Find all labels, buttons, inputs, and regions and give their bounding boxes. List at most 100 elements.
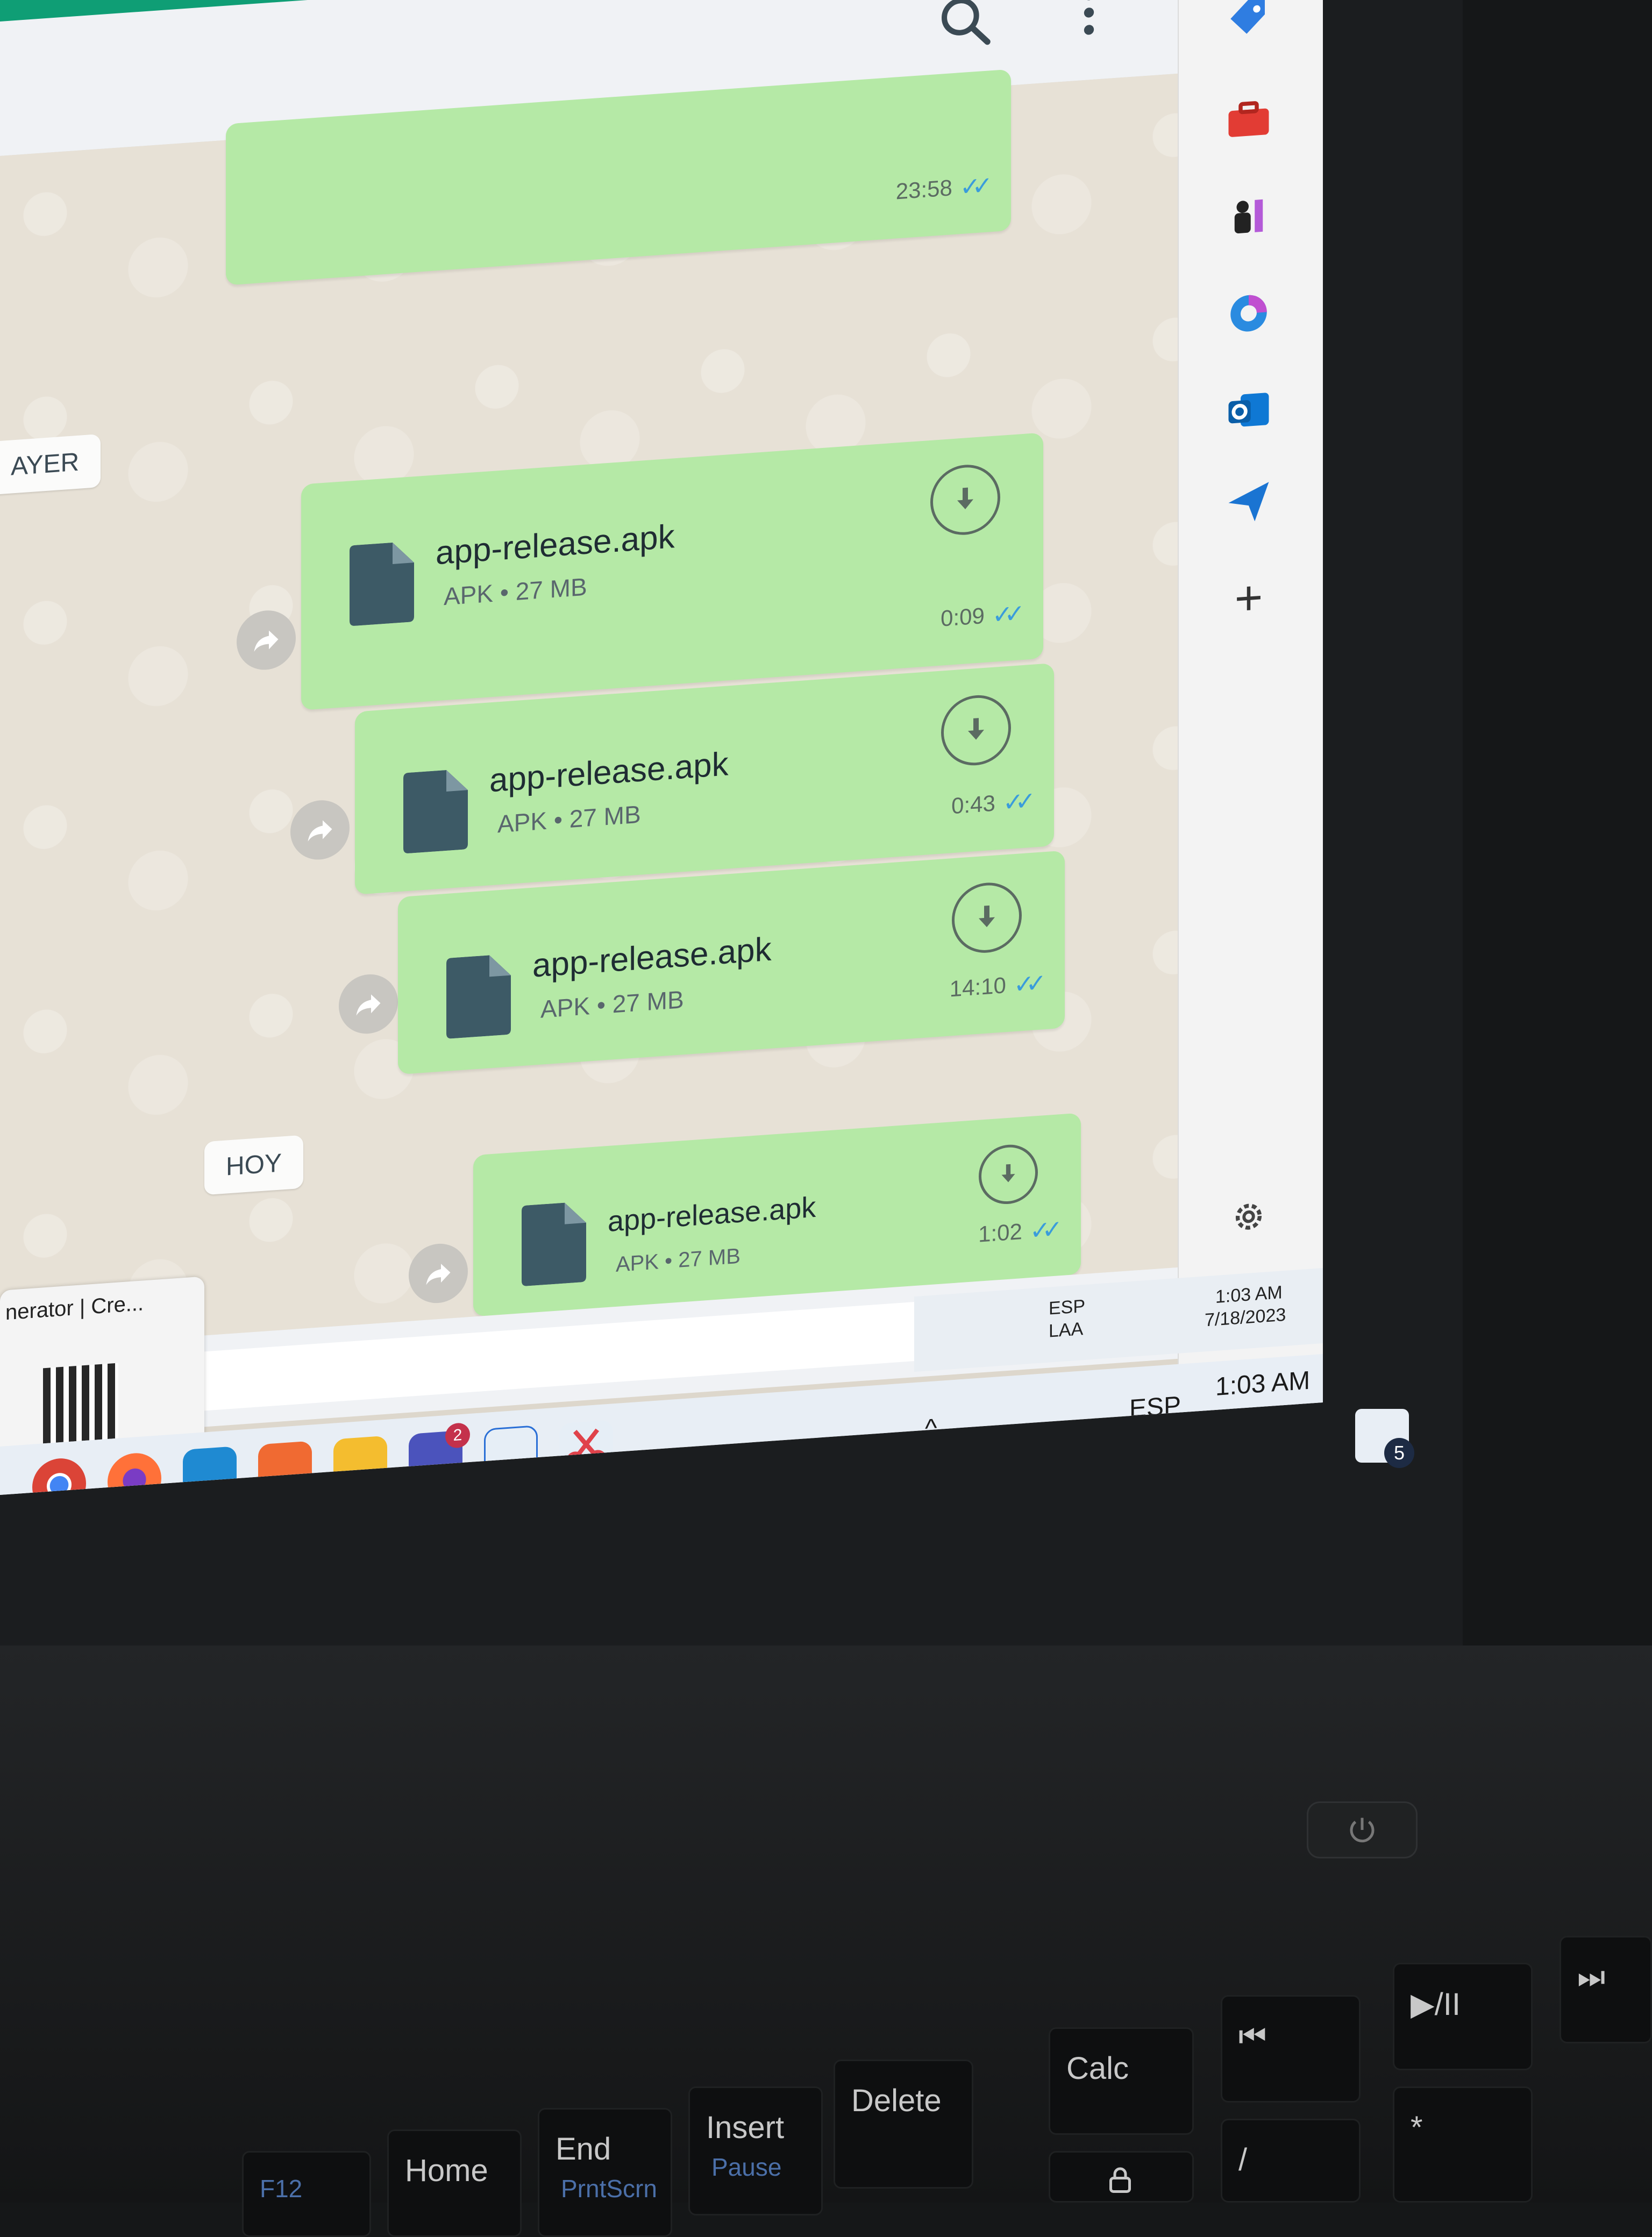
key-label: *	[1411, 2110, 1423, 2145]
file-explorer-icon[interactable]	[333, 1435, 387, 1493]
chrome-icon[interactable]	[32, 1456, 86, 1495]
key-label: End	[556, 2132, 611, 2167]
file-icon	[446, 955, 511, 1039]
window-preview-title: nerator | Cre...	[5, 1291, 144, 1325]
file-icon	[350, 542, 414, 626]
file-message-bubble[interactable]: app-release.apk APK • 27 MB 0:09 ✓✓	[301, 432, 1043, 710]
remote-date: 7/18/2023	[1205, 1304, 1286, 1331]
key-lock[interactable]	[1049, 2151, 1194, 2203]
settings-icon[interactable]	[1219, 1185, 1278, 1249]
tray-chevron-icon[interactable]: ^	[925, 1413, 937, 1444]
key-label: Calc	[1066, 2051, 1129, 2086]
message-time: 0:43	[951, 790, 995, 819]
message-time: 1:02	[978, 1219, 1022, 1247]
monitor-bezel: 23:58 ✓✓ AYER app-release.apk APK • 27 M…	[0, 0, 1463, 1651]
key-home[interactable]: Home	[387, 2129, 522, 2237]
power-icon	[1350, 1818, 1375, 1843]
power-button[interactable]	[1307, 1801, 1418, 1858]
file-meta: APK • 27 MB	[497, 800, 641, 838]
toolbox-icon[interactable]	[1219, 88, 1278, 152]
forward-icon	[254, 630, 279, 652]
key-label: Home	[405, 2153, 488, 2188]
read-ticks-icon: ✓✓	[992, 599, 1016, 629]
key-label: ⏮	[1238, 2019, 1267, 2054]
message-time: 14:10	[949, 972, 1006, 1002]
date-divider-today: HOY	[204, 1135, 304, 1195]
file-icon	[403, 770, 468, 853]
key-slash[interactable]: /	[1221, 2119, 1361, 2203]
outlook-icon[interactable]	[1219, 379, 1278, 442]
teams-icon[interactable]: 2	[409, 1422, 470, 1488]
download-icon	[957, 487, 973, 509]
notification-count: 5	[1384, 1438, 1414, 1468]
key-media-play[interactable]: ▶/II	[1393, 1963, 1533, 2070]
notification-icon[interactable]: 5	[1355, 1409, 1414, 1468]
remote-lang-top: ESP	[1049, 1295, 1086, 1319]
message-time: 0:09	[941, 602, 985, 631]
download-icon	[968, 718, 984, 740]
key-delete[interactable]: Delete	[834, 2060, 973, 2189]
search-icon[interactable]	[936, 0, 995, 53]
chat-pane[interactable]: 23:58 ✓✓ AYER app-release.apk APK • 27 M…	[0, 69, 1178, 1350]
key-f12[interactable]: F12	[242, 2151, 371, 2237]
key-media-prev[interactable]: ⏮	[1221, 1995, 1361, 2103]
forward-icon	[356, 994, 381, 1016]
file-name: app-release.apk	[489, 745, 729, 800]
download-icon	[979, 905, 995, 928]
forward-icon	[426, 1264, 451, 1285]
read-ticks-icon: ✓✓	[1002, 787, 1027, 817]
read-ticks-icon: ✓✓	[959, 172, 984, 202]
download-button[interactable]	[952, 880, 1022, 956]
qr-code-thumbnail	[43, 1363, 118, 1444]
file-meta: APK • 27 MB	[540, 985, 684, 1023]
message-time-row: 0:43 ✓✓	[951, 786, 1027, 821]
tray-lang[interactable]: ESP	[1129, 1391, 1181, 1424]
tray-time[interactable]: 1:03 AM	[1215, 1366, 1310, 1402]
screen: 23:58 ✓✓ AYER app-release.apk APK • 27 M…	[0, 0, 1323, 1495]
key-label: Insert	[706, 2110, 785, 2145]
file-meta: APK • 27 MB	[444, 572, 587, 611]
forward-button[interactable]	[409, 1242, 468, 1305]
send-icon[interactable]	[1219, 470, 1278, 533]
download-button[interactable]	[930, 462, 1000, 538]
remote-time: 1:03 AM	[1215, 1282, 1283, 1307]
key-label: /	[1238, 2142, 1248, 2177]
message-time-row: 23:58 ✓✓	[896, 171, 984, 206]
key-insert[interactable]: Insert Pause	[688, 2086, 823, 2215]
menu-icon[interactable]	[1059, 0, 1119, 44]
forward-button[interactable]	[290, 798, 350, 862]
file-meta: APK • 27 MB	[616, 1244, 740, 1277]
app-icon[interactable]	[484, 1425, 538, 1483]
key-calc[interactable]: Calc	[1049, 2027, 1194, 2135]
chess-icon[interactable]	[1219, 185, 1278, 248]
file-name: app-release.apk	[436, 518, 675, 572]
firefox-icon[interactable]	[108, 1451, 161, 1495]
remote-lang-bottom: LAA	[1049, 1319, 1084, 1342]
file-name: app-release.apk	[608, 1191, 816, 1238]
forward-button[interactable]	[339, 972, 398, 1036]
file-icon	[522, 1202, 586, 1286]
message-time-row: 0:09 ✓✓	[941, 599, 1016, 633]
key-label: F12	[260, 2175, 303, 2203]
read-ticks-icon: ✓✓	[1013, 969, 1038, 999]
lock-icon	[1109, 2167, 1131, 2193]
tag-icon[interactable]	[1219, 0, 1278, 49]
download-button[interactable]	[979, 1143, 1038, 1206]
message-time-row: 14:10 ✓✓	[950, 968, 1038, 1003]
vscode-icon[interactable]	[183, 1446, 237, 1495]
key-media-next[interactable]: ⏭	[1560, 1936, 1652, 2043]
copilot-icon[interactable]	[1219, 282, 1278, 345]
snipping-tool-icon[interactable]	[559, 1420, 613, 1478]
forward-button[interactable]	[237, 608, 296, 672]
key-end[interactable]: End PrntScrn	[538, 2108, 672, 2237]
edge-sidebar: +	[1178, 0, 1323, 1413]
key-label: Delete	[851, 2083, 942, 2118]
download-icon	[1001, 1164, 1015, 1182]
download-button[interactable]	[941, 693, 1011, 768]
plus-icon[interactable]: +	[1219, 567, 1278, 630]
xampp-icon[interactable]	[258, 1441, 312, 1495]
tray-date[interactable]: 7/18/2023	[1205, 1402, 1320, 1440]
file-name: app-release.apk	[532, 930, 772, 985]
key-sublabel: PrntScrn	[561, 2175, 657, 2203]
key-asterisk[interactable]: *	[1393, 2086, 1533, 2203]
